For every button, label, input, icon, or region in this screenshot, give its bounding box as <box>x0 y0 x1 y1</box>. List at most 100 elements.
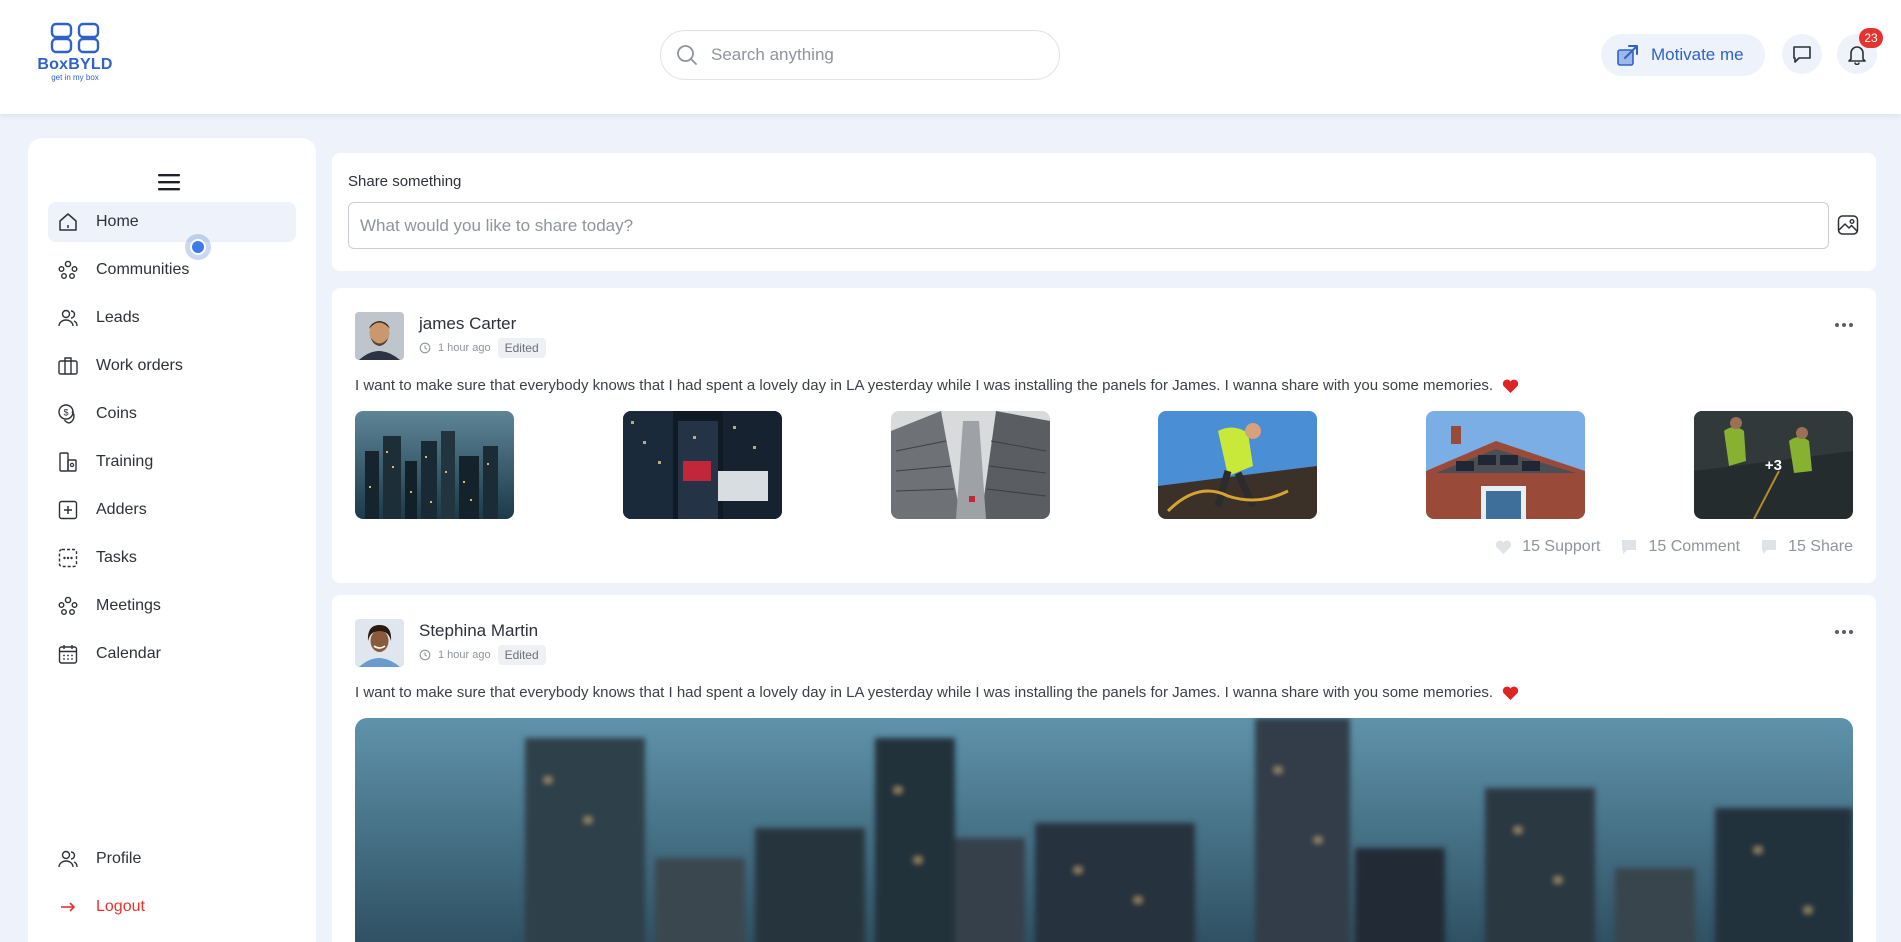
edited-badge: Edited <box>497 645 546 665</box>
gallery-image-roof-worker[interactable] <box>1158 411 1318 519</box>
heart-emoji-icon <box>1503 686 1519 700</box>
post-meta: 1 hour ago Edited <box>419 338 546 358</box>
tasks-icon <box>56 546 80 570</box>
post-card: james Carter 1 hour ago Edited I want to… <box>332 288 1876 583</box>
sidebar-item-label: Work orders <box>96 357 183 374</box>
communities-icon <box>56 258 80 282</box>
sidebar-item-label: Coins <box>96 405 137 422</box>
post-body: I want to make sure that everybody knows… <box>355 684 1494 701</box>
calendar-icon <box>56 642 80 666</box>
profile-icon <box>56 847 80 871</box>
plus-square-icon <box>56 498 80 522</box>
heart-emoji-icon <box>1503 379 1519 393</box>
gallery-image-skyscrapers[interactable] <box>890 411 1050 519</box>
post-text: I want to make sure that everybody knows… <box>355 684 1519 701</box>
sidebar-item-adders[interactable]: Adders <box>48 490 296 530</box>
logout-arrow-icon <box>56 895 80 919</box>
post-actions: 15 Support 15 Comment 15 Share <box>1475 538 1853 556</box>
share-composer: Share something <box>332 153 1876 271</box>
menu-hamburger-icon[interactable] <box>157 172 181 192</box>
sidebar-item-label: Calendar <box>96 645 161 662</box>
post-time: 1 hour ago <box>438 649 491 661</box>
more-options-icon[interactable] <box>1834 322 1854 328</box>
share-input[interactable] <box>348 202 1829 249</box>
search-bar[interactable] <box>660 30 1060 80</box>
avatar[interactable] <box>355 312 404 360</box>
logout-button[interactable]: Logout <box>48 887 296 927</box>
notifications-button[interactable]: 23 <box>1837 28 1883 74</box>
sidebar-item-coins[interactable]: $ Coins <box>48 394 296 434</box>
gallery-image-city-night[interactable] <box>355 411 514 519</box>
chat-icon <box>1793 46 1811 63</box>
brand-tagline: get in my box <box>51 73 99 82</box>
motivate-me-label: Motivate me <box>1651 45 1744 64</box>
messages-button[interactable] <box>1782 34 1822 74</box>
sidebar-item-label: Meetings <box>96 597 161 614</box>
post-author[interactable]: Stephina Martin <box>419 621 538 641</box>
more-images-count: +3 <box>1693 411 1853 519</box>
sidebar-item-profile[interactable]: Profile <box>48 839 296 879</box>
training-icon <box>56 450 80 474</box>
post-image-gallery: +3 <box>355 411 1853 519</box>
sidebar-item-leads[interactable]: Leads <box>48 298 296 338</box>
sidebar-item-label: Communities <box>96 261 190 278</box>
svg-text:$: $ <box>63 408 68 418</box>
attach-image-icon[interactable] <box>1836 213 1860 237</box>
sidebar-nav: Home Communities Leads Work orders $ Coi… <box>48 202 296 682</box>
briefcase-icon <box>56 354 80 378</box>
sidebar-item-communities[interactable]: Communities <box>48 250 296 290</box>
heart-icon <box>1496 540 1512 554</box>
sidebar-item-training[interactable]: Training <box>48 442 296 482</box>
sidebar-item-label: Profile <box>96 850 142 867</box>
box-logo-icon <box>50 22 100 54</box>
sidebar-item-work-orders[interactable]: Work orders <box>48 346 296 386</box>
post-main-image[interactable] <box>355 718 1853 942</box>
sidebar-item-meetings[interactable]: Meetings <box>48 586 296 626</box>
post-time: 1 hour ago <box>438 342 491 354</box>
brand-name: BoxBYLD <box>37 56 113 73</box>
support-count: 15 Support <box>1522 538 1601 555</box>
share-icon <box>1762 540 1777 554</box>
gallery-image-solar-house[interactable] <box>1426 411 1586 519</box>
sidebar-item-label: Leads <box>96 309 140 326</box>
avatar[interactable] <box>355 619 404 667</box>
notification-count-badge: 23 <box>1859 28 1883 48</box>
post-card: Stephina Martin 1 hour ago Edited I want… <box>332 595 1876 942</box>
motivate-icon <box>1617 45 1638 66</box>
gallery-image-city-tower[interactable] <box>622 411 782 519</box>
share-title: Share something <box>348 173 462 190</box>
comment-icon <box>1622 540 1637 554</box>
leads-icon <box>56 306 80 330</box>
brand-logo[interactable]: BoxBYLD get in my box <box>34 22 116 94</box>
post-body: I want to make sure that everybody knows… <box>355 377 1494 394</box>
meetings-icon <box>56 594 80 618</box>
top-header: BoxBYLD get in my box Motivate me 23 <box>0 0 1901 114</box>
post-text: I want to make sure that everybody knows… <box>355 377 1519 394</box>
sidebar-item-label: Adders <box>96 501 147 518</box>
gallery-image-more[interactable]: +3 <box>1693 411 1853 519</box>
search-icon <box>677 45 697 65</box>
share-button[interactable]: 15 Share <box>1760 538 1853 556</box>
post-meta: 1 hour ago Edited <box>419 645 546 665</box>
sidebar-item-label: Home <box>96 213 139 230</box>
coins-icon: $ <box>56 402 80 426</box>
sidebar-item-label: Training <box>96 453 154 470</box>
sidebar-item-tasks[interactable]: Tasks <box>48 538 296 578</box>
edited-badge: Edited <box>497 338 546 358</box>
support-button[interactable]: 15 Support <box>1495 538 1600 556</box>
sidebar: Home Communities Leads Work orders $ Coi… <box>28 138 316 942</box>
clock-icon <box>419 342 431 354</box>
search-input[interactable] <box>711 45 1041 65</box>
sidebar-item-calendar[interactable]: Calendar <box>48 634 296 674</box>
more-options-icon[interactable] <box>1834 629 1854 635</box>
share-count: 15 Share <box>1788 538 1853 555</box>
sidebar-item-home[interactable]: Home <box>48 202 296 242</box>
comment-button[interactable]: 15 Comment <box>1620 538 1740 556</box>
motivate-me-button[interactable]: Motivate me <box>1601 34 1765 76</box>
post-author[interactable]: james Carter <box>419 314 516 334</box>
home-icon <box>56 210 80 234</box>
sidebar-item-label: Tasks <box>96 549 137 566</box>
logout-label: Logout <box>96 898 145 915</box>
comment-count: 15 Comment <box>1648 538 1741 555</box>
sidebar-bottom-nav: Profile Logout <box>48 839 296 935</box>
